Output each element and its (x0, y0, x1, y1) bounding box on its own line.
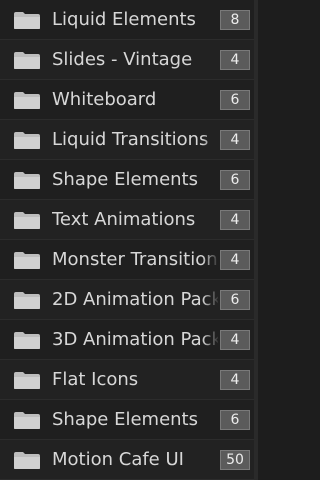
item-count-badge: 4 (220, 330, 250, 350)
folder-name: 2D Animation Pack (52, 289, 218, 310)
folder-name: Shape Elements (52, 169, 198, 190)
folder-row-3d-animation[interactable]: 3D Animation Pack 4 (0, 320, 258, 360)
item-count-badge: 8 (220, 10, 250, 30)
item-count-badge: 6 (220, 290, 250, 310)
folder-row-2d-animation[interactable]: 2D Animation Pack 6 (0, 280, 258, 320)
folder-row-flat-icons[interactable]: Flat Icons 4 (0, 360, 258, 400)
folder-name: Flat Icons (52, 369, 139, 390)
folder-row-liquid-elements[interactable]: Liquid Elements 8 (0, 0, 258, 40)
folder-row-monster-transitions[interactable]: Monster Transitions 4 (0, 240, 258, 280)
item-count-badge: 6 (220, 90, 250, 110)
folder-icon (13, 90, 41, 110)
folder-name: Whiteboard (52, 89, 157, 110)
folder-icon (13, 250, 41, 270)
folder-row-whiteboard[interactable]: Whiteboard 6 (0, 80, 258, 120)
item-count-badge: 6 (220, 170, 250, 190)
item-count-badge: 4 (220, 50, 250, 70)
folder-icon (13, 130, 41, 150)
folder-row-liquid-transitions[interactable]: Liquid Transitions 4 (0, 120, 258, 160)
folder-row-motion-cafe-ui[interactable]: Motion Cafe UI 50 (0, 440, 258, 480)
folder-icon (13, 290, 41, 310)
folder-name: Monster Transitions (52, 249, 218, 270)
item-count-badge: 50 (220, 450, 250, 470)
folder-icon (13, 370, 41, 390)
folder-name: Liquid Transitions (52, 129, 209, 150)
folder-icon (13, 170, 41, 190)
folder-icon (13, 210, 41, 230)
folder-name: Slides - Vintage (52, 49, 193, 70)
folder-icon (13, 450, 41, 470)
item-count-badge: 4 (220, 130, 250, 150)
folder-name: Shape Elements (52, 409, 198, 430)
folder-row-text-animations[interactable]: Text Animations 4 (0, 200, 258, 240)
folder-icon (13, 410, 41, 430)
folder-icon (13, 10, 41, 30)
folder-list-panel: Liquid Elements 8 Slides - Vintage 4 Whi… (0, 0, 258, 480)
folder-icon (13, 330, 41, 350)
scrollbar-track[interactable] (254, 0, 258, 480)
folder-name: 3D Animation Pack (52, 329, 218, 350)
folder-icon (13, 50, 41, 70)
folder-row-shape-elements[interactable]: Shape Elements 6 (0, 160, 258, 200)
item-count-badge: 4 (220, 250, 250, 270)
item-count-badge: 4 (220, 370, 250, 390)
folder-row-slides-vintage[interactable]: Slides - Vintage 4 (0, 40, 258, 80)
folder-list: Liquid Elements 8 Slides - Vintage 4 Whi… (0, 0, 258, 480)
folder-row-shape-elements-2[interactable]: Shape Elements 6 (0, 400, 258, 440)
item-count-badge: 4 (220, 210, 250, 230)
item-count-badge: 6 (220, 410, 250, 430)
folder-name: Liquid Elements (52, 9, 196, 30)
folder-name: Text Animations (52, 209, 196, 230)
folder-name: Motion Cafe UI (52, 449, 184, 470)
